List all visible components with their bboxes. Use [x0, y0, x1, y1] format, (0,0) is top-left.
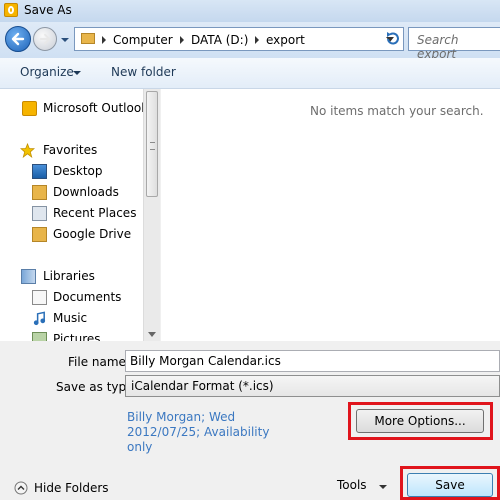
file-name-input[interactable] [126, 351, 499, 371]
outlook-app-icon [4, 3, 18, 17]
forward-arrow-icon [39, 33, 51, 45]
new-folder-button[interactable]: New folder [111, 65, 176, 79]
recent-pages-dropdown-icon[interactable] [60, 35, 70, 45]
nav-item-label: Pictures [53, 332, 101, 341]
nav-pane-scrollbar[interactable] [143, 89, 160, 341]
nav-item-google-drive[interactable]: Google Drive [0, 225, 143, 245]
nav-item-documents[interactable]: Documents [0, 288, 143, 308]
nav-item-label: Recent Places [53, 206, 137, 220]
nav-item-desktop[interactable]: Desktop [0, 162, 143, 182]
back-arrow-icon [11, 32, 25, 46]
chevron-down-icon [73, 71, 81, 75]
tools-button[interactable]: Tools [337, 478, 367, 492]
breadcrumb-separator-icon[interactable] [255, 36, 259, 44]
search-field[interactable]: Search export [408, 27, 500, 61]
organize-button[interactable]: Organize [20, 65, 74, 79]
pictures-icon [32, 332, 47, 341]
more-options-button[interactable]: More Options... [356, 409, 484, 433]
nav-item-label: Desktop [53, 164, 103, 178]
folder-icon [81, 33, 95, 44]
address-bar[interactable]: Computer DATA (D:) export [74, 27, 404, 51]
forward-button[interactable] [33, 27, 57, 51]
file-name-field[interactable] [125, 350, 500, 372]
google-drive-folder-icon [32, 227, 47, 242]
more-options-label: More Options... [374, 414, 466, 428]
breadcrumb-export[interactable]: export [266, 33, 305, 47]
breadcrumb-separator-icon[interactable] [180, 36, 184, 44]
scroll-down-icon[interactable] [148, 332, 156, 337]
hide-folders-button[interactable]: Hide Folders [34, 481, 109, 495]
music-icon [33, 311, 46, 326]
grip-icon [150, 142, 155, 150]
breadcrumb-data-drive[interactable]: DATA (D:) [191, 33, 248, 47]
navigation-pane: Microsoft Outlook Favorites Desktop Down… [0, 89, 143, 341]
nav-item-label: Downloads [53, 185, 119, 199]
nav-item-downloads[interactable]: Downloads [0, 183, 143, 203]
nav-item-label: Favorites [43, 143, 98, 157]
title-bar: Save As [0, 0, 500, 22]
details-line: 2012/07/25; Availability [127, 425, 270, 439]
file-list-area[interactable]: No items match your search. [161, 89, 500, 341]
nav-item-label: Google Drive [53, 227, 132, 241]
recent-places-icon [32, 206, 47, 221]
nav-item-pictures[interactable]: Pictures [0, 330, 143, 341]
command-toolbar: Organize New folder [0, 58, 500, 89]
nav-item-label: Documents [53, 290, 122, 304]
desktop-icon [32, 164, 47, 179]
nav-item-label: Libraries [43, 269, 95, 283]
nav-item-music[interactable]: Music [0, 309, 143, 329]
save-button[interactable]: Save [407, 473, 493, 497]
details-line: only [127, 440, 153, 454]
nav-item-favorites[interactable]: Favorites [0, 141, 143, 161]
item-details[interactable]: Billy Morgan; Wed 2012/07/25; Availabili… [127, 410, 269, 455]
save-as-type-value: iCalendar Format (*.ics) [131, 379, 274, 393]
back-button[interactable] [5, 26, 31, 52]
breadcrumb-computer[interactable]: Computer [113, 33, 173, 47]
nav-item-label: Microsoft Outlook [43, 101, 143, 115]
scrollbar-thumb[interactable] [146, 91, 158, 197]
file-name-label: File name: [68, 355, 130, 369]
refresh-icon[interactable] [384, 30, 402, 48]
collapse-up-icon[interactable] [14, 481, 28, 495]
nav-item-libraries[interactable]: Libraries [0, 267, 143, 287]
breadcrumb-separator-icon[interactable] [102, 36, 106, 44]
documents-icon [32, 290, 47, 305]
window-title: Save As [24, 3, 72, 17]
downloads-folder-icon [32, 185, 47, 200]
libraries-icon [21, 269, 36, 284]
star-icon [20, 143, 35, 158]
outlook-icon [22, 101, 37, 116]
nav-item-microsoft-outlook[interactable]: Microsoft Outlook [0, 99, 143, 119]
nav-item-recent-places[interactable]: Recent Places [0, 204, 143, 224]
save-as-type-select[interactable]: iCalendar Format (*.ics) [125, 375, 500, 397]
nav-item-label: Music [53, 311, 88, 325]
save-label: Save [435, 478, 465, 492]
chevron-down-icon[interactable] [379, 485, 387, 489]
details-line: Billy Morgan; Wed [127, 410, 236, 424]
empty-results-message: No items match your search. [310, 104, 484, 118]
search-placeholder: Search export [417, 33, 459, 61]
